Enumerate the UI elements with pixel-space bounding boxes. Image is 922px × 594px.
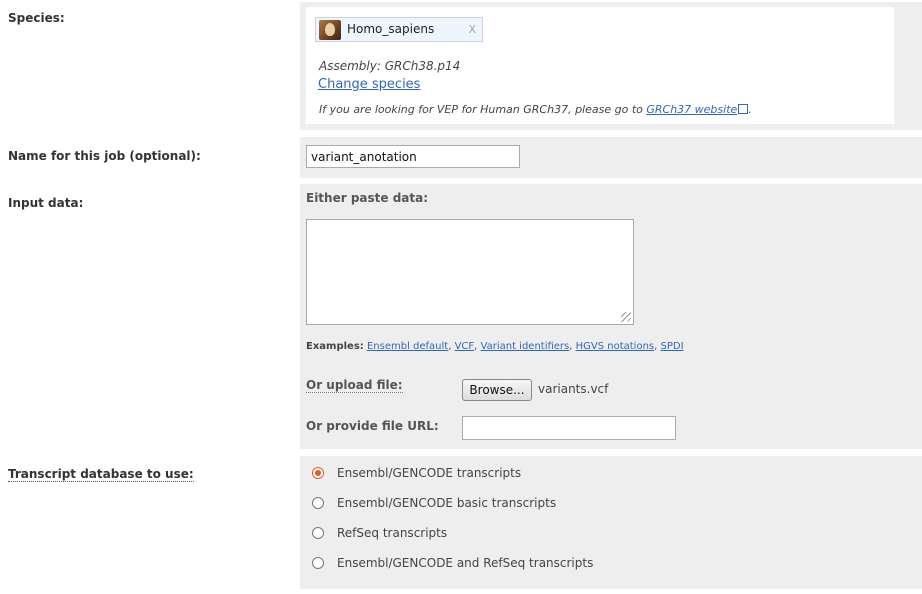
input-data-label: Input data: bbox=[8, 196, 84, 210]
example-vcf-link[interactable]: VCF bbox=[455, 341, 475, 352]
species-avatar-icon bbox=[319, 20, 341, 40]
radio-button[interactable] bbox=[312, 497, 324, 509]
remove-species-button[interactable]: X bbox=[468, 23, 476, 36]
transcript-option-label: Ensembl/GENCODE transcripts bbox=[337, 466, 522, 480]
selected-file-name: variants.vcf bbox=[538, 382, 609, 396]
change-species-link[interactable]: Change species bbox=[318, 77, 420, 92]
grch37-note: If you are looking for VEP for Human GRC… bbox=[319, 103, 752, 116]
examples-line: Examples: Ensembl default, VCF, Variant … bbox=[306, 341, 684, 352]
grch37-note-end: . bbox=[748, 103, 752, 116]
transcript-db-panel: Ensembl/GENCODE transcripts Ensembl/GENC… bbox=[300, 456, 922, 589]
example-variant-identifiers-link[interactable]: Variant identifiers bbox=[481, 341, 570, 352]
resize-grip-icon[interactable] bbox=[621, 312, 631, 322]
file-url-input[interactable] bbox=[462, 416, 676, 440]
grch37-website-link[interactable]: GRCh37 website bbox=[646, 103, 737, 116]
transcript-option-label: RefSeq transcripts bbox=[337, 526, 448, 540]
radio-button[interactable] bbox=[312, 467, 324, 479]
radio-button[interactable] bbox=[312, 557, 324, 569]
example-spdi-link[interactable]: SPDI bbox=[661, 341, 684, 352]
species-label: Species: bbox=[8, 11, 65, 25]
example-ensembl-default-link[interactable]: Ensembl default bbox=[367, 341, 448, 352]
paste-data-label: Either paste data: bbox=[306, 191, 429, 205]
species-box: Homo_sapiens X Assembly: GRCh38.p14 Chan… bbox=[306, 7, 894, 124]
assembly-text: Assembly: GRCh38.p14 bbox=[319, 59, 461, 73]
browse-button[interactable]: Browse... bbox=[462, 379, 532, 401]
file-url-label: Or provide file URL: bbox=[306, 419, 439, 433]
example-hgvs-notations-link[interactable]: HGVS notations bbox=[576, 341, 655, 352]
transcript-db-label: Transcript database to use: bbox=[8, 467, 194, 482]
input-data-panel: Either paste data: Examples: Ensembl def… bbox=[300, 184, 922, 449]
species-chip[interactable]: Homo_sapiens X bbox=[315, 17, 483, 42]
external-link-icon bbox=[738, 104, 749, 114]
species-name: Homo_sapiens bbox=[347, 22, 435, 36]
examples-label: Examples: bbox=[306, 341, 364, 352]
radio-button[interactable] bbox=[312, 527, 324, 539]
transcript-option-label: Ensembl/GENCODE basic transcripts bbox=[337, 496, 557, 510]
job-name-panel bbox=[300, 137, 922, 178]
grch37-note-text: If you are looking for VEP for Human GRC… bbox=[319, 103, 647, 116]
job-name-label: Name for this job (optional): bbox=[8, 149, 201, 163]
species-panel: Homo_sapiens X Assembly: GRCh38.p14 Chan… bbox=[300, 2, 922, 130]
transcript-option-label: Ensembl/GENCODE and RefSeq transcripts bbox=[337, 556, 594, 570]
job-name-input[interactable] bbox=[306, 145, 520, 168]
upload-file-label: Or upload file: bbox=[306, 378, 403, 393]
paste-data-textarea[interactable] bbox=[306, 219, 634, 325]
